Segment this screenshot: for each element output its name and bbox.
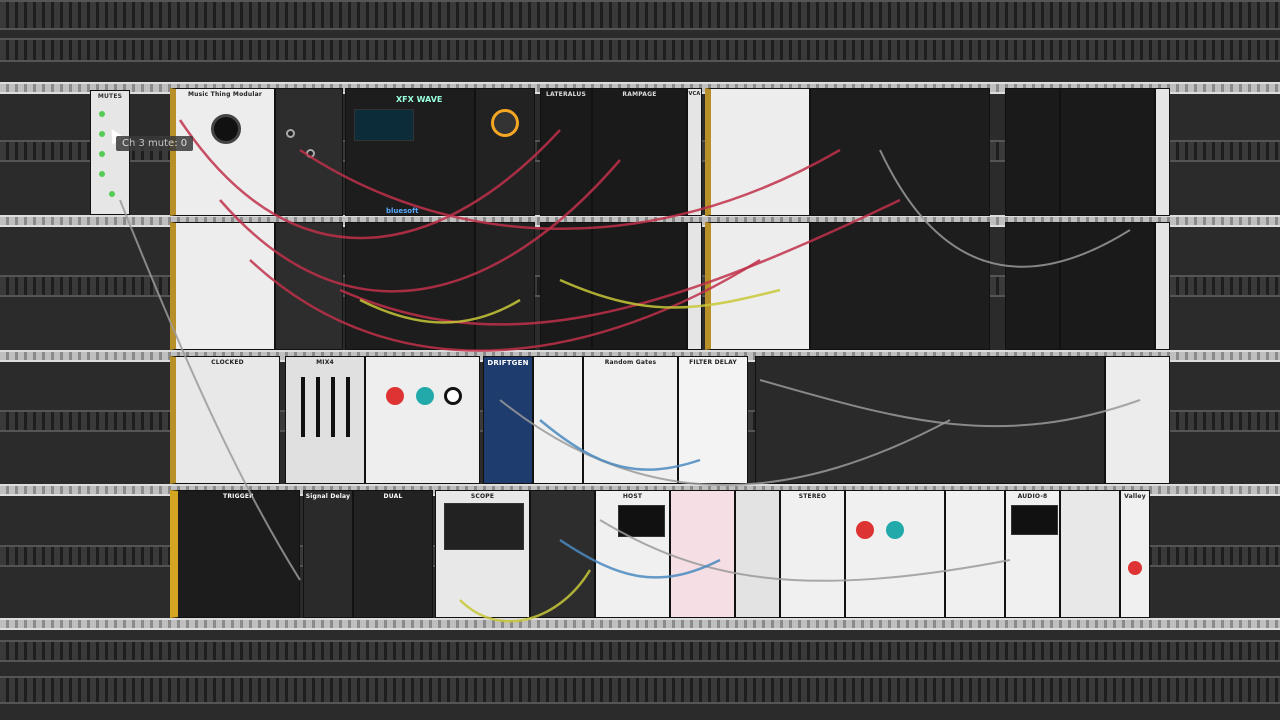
scope-module[interactable]: SCOPE	[435, 490, 530, 618]
vca-module[interactable]: VCA	[687, 88, 702, 216]
blank-panel	[735, 490, 780, 618]
sequencer-module[interactable]	[275, 88, 343, 216]
module-title: MUTES	[97, 93, 123, 100]
trigger-module[interactable]: TRIGGER	[170, 490, 300, 618]
vca-module[interactable]	[687, 222, 702, 350]
fader[interactable]	[346, 377, 350, 437]
pink-module[interactable]	[670, 490, 735, 618]
mixer-console-module[interactable]	[755, 356, 1105, 484]
dual-module[interactable]: DUAL	[353, 490, 433, 618]
scope-screen	[444, 503, 524, 550]
rampage-module[interactable]	[1060, 88, 1155, 216]
signal-delay-module[interactable]: Signal Delay	[303, 490, 353, 618]
mute-led[interactable]	[99, 131, 105, 137]
filter-module[interactable]	[475, 222, 535, 350]
module-title: LATERALUS	[545, 91, 587, 98]
waveform-screen	[354, 109, 414, 141]
filter-module[interactable]	[475, 88, 535, 216]
module-title: STEREO	[798, 493, 827, 500]
stereo-module[interactable]: STEREO	[780, 490, 845, 618]
wavetable-module[interactable]	[810, 222, 990, 350]
mutes-module[interactable]: MUTES	[90, 90, 130, 215]
knob[interactable]	[491, 109, 519, 137]
brand-label: bluesoft	[386, 207, 419, 215]
lateralus-module[interactable]	[1005, 222, 1060, 350]
rack-rail-bottom	[0, 676, 1280, 704]
mixer-module[interactable]: MIX4	[285, 356, 365, 484]
module-title: VCA	[688, 91, 701, 97]
wavetable-module[interactable]	[345, 222, 475, 350]
sequencer-grid-module[interactable]	[1105, 356, 1170, 484]
module-title: DRIFTGEN	[487, 359, 529, 367]
sequencer-module[interactable]	[275, 222, 343, 350]
fader[interactable]	[301, 377, 305, 437]
knob[interactable]	[444, 387, 462, 405]
module-title: HOST	[622, 493, 643, 500]
rack-rail-top	[0, 0, 1280, 30]
rampage-module[interactable]	[1060, 222, 1155, 350]
rack-rail	[0, 618, 1280, 630]
host-screen	[618, 505, 665, 537]
mute-led[interactable]	[99, 111, 105, 117]
synth-module[interactable]	[845, 490, 945, 618]
music-thing-module[interactable]	[705, 88, 810, 216]
clocked-module[interactable]: CLOCKED	[170, 356, 280, 484]
fader[interactable]	[316, 377, 320, 437]
mute-led[interactable]	[99, 151, 105, 157]
knob[interactable]	[416, 387, 434, 405]
music-thing-module[interactable]	[705, 222, 810, 350]
lateralus-module[interactable]: LATERALUS	[540, 88, 592, 216]
wavetable-module[interactable]: XFX WAVE bluesoft	[345, 88, 475, 216]
knob[interactable]	[386, 387, 404, 405]
module-title: AUDIO-8	[1017, 493, 1048, 500]
blank-panel	[1060, 490, 1120, 618]
module-title: MIX4	[316, 359, 334, 366]
audio-screen	[1011, 505, 1058, 535]
mute-led[interactable]	[109, 191, 115, 197]
host-module[interactable]: HOST	[595, 490, 670, 618]
module-title: CLOCKED	[211, 359, 244, 366]
big-knob[interactable]	[211, 114, 241, 144]
vca-module[interactable]	[1155, 222, 1170, 350]
rack-rail	[0, 38, 1280, 62]
mute-led[interactable]	[99, 171, 105, 177]
random-gates-module[interactable]: Random Gates	[583, 356, 678, 484]
module-title: Signal Delay	[305, 493, 351, 500]
audio-module[interactable]: AUDIO-8	[1005, 490, 1060, 618]
utility-module[interactable]	[530, 490, 595, 618]
fader[interactable]	[331, 377, 335, 437]
utility-module[interactable]	[533, 356, 583, 484]
module-title: TRIGGER	[223, 493, 254, 500]
jack[interactable]	[306, 149, 315, 158]
utility-module[interactable]	[945, 490, 1005, 618]
vca-module[interactable]	[1155, 88, 1170, 216]
rack-rail	[0, 640, 1280, 662]
knob[interactable]	[1128, 561, 1142, 575]
music-thing-module[interactable]: Music Thing Modular	[170, 88, 275, 216]
rampage-module[interactable]: RAMPAGE	[592, 88, 687, 216]
lateralus-module[interactable]	[540, 222, 592, 350]
module-title: DUAL	[383, 493, 403, 500]
jack[interactable]	[286, 129, 295, 138]
module-title: XFX WAVE	[396, 95, 443, 104]
synth-module[interactable]	[365, 356, 480, 484]
rampage-module[interactable]	[592, 222, 687, 350]
mute-tooltip: Ch 3 mute: 0	[116, 136, 194, 151]
module-title: FILTER DELAY	[689, 359, 737, 366]
music-thing-module[interactable]	[170, 222, 275, 350]
module-title: Music Thing Modular	[187, 91, 263, 98]
module-title: SCOPE	[470, 493, 495, 500]
knob[interactable]	[886, 521, 904, 539]
module-title: Random Gates	[604, 359, 657, 366]
wavetable-module[interactable]	[810, 88, 990, 216]
filter-delay-module[interactable]: FILTER DELAY	[678, 356, 748, 484]
valley-module[interactable]: Valley	[1120, 490, 1150, 618]
driftgen-module[interactable]: DRIFTGEN	[483, 356, 533, 484]
lateralus-module[interactable]	[1005, 88, 1060, 216]
module-title: RAMPAGE	[622, 91, 657, 98]
knob[interactable]	[856, 521, 874, 539]
module-title: Valley	[1124, 493, 1146, 500]
